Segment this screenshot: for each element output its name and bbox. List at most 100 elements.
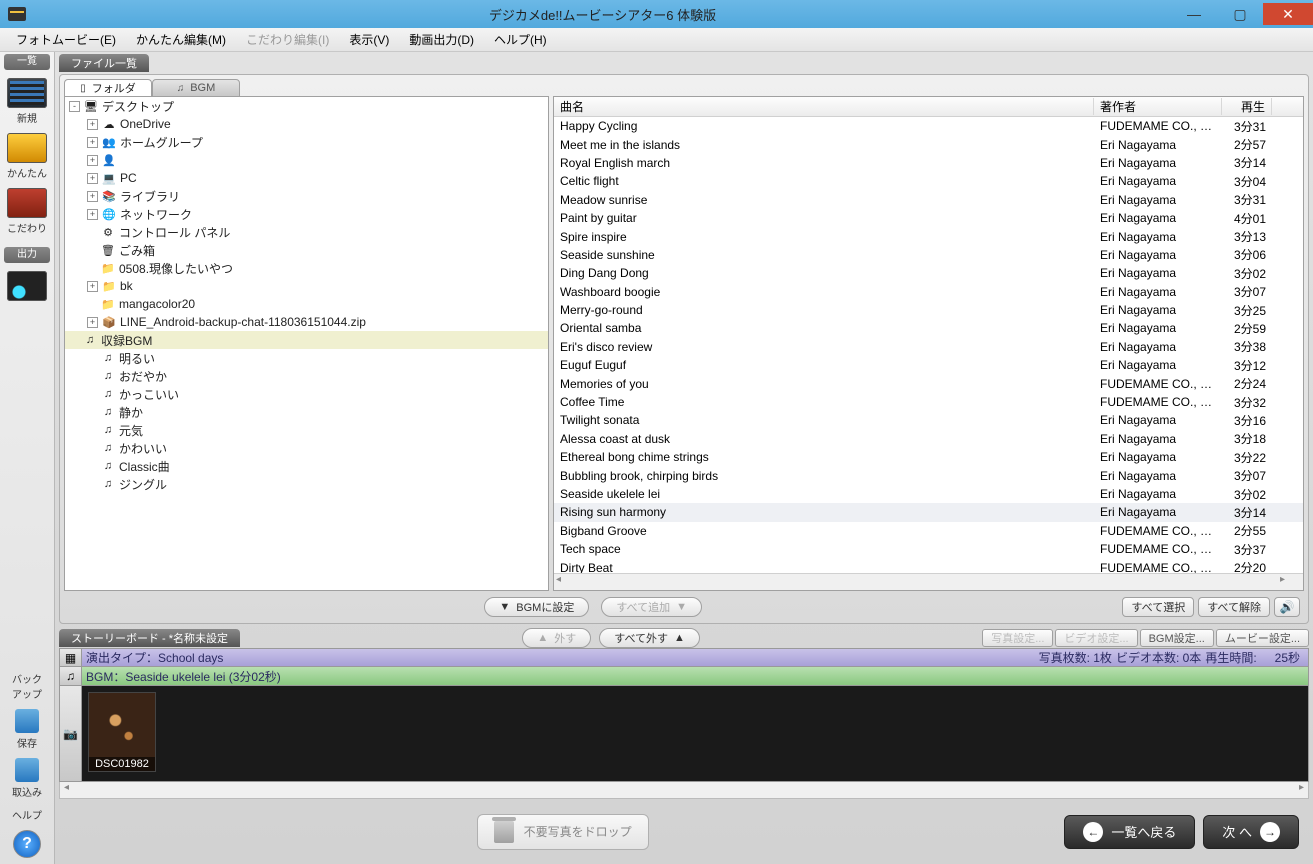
file-list-tab[interactable]: ファイル一覧 [59, 54, 149, 72]
select-all-button[interactable]: すべて選択 [1122, 597, 1194, 617]
rail-kantan-button[interactable]: かんたん [6, 133, 48, 180]
tree-node[interactable]: +📚ライブラリ [65, 187, 548, 205]
rail-new-button[interactable]: 新規 [6, 78, 48, 125]
tree-node[interactable]: 📁0508.現像したいやつ [65, 259, 548, 277]
next-button[interactable]: 次 へ→ [1203, 815, 1299, 849]
tree-node[interactable]: +📁bk [65, 277, 548, 295]
speaker-button[interactable]: 🔊 [1274, 597, 1300, 617]
note-icon[interactable]: ♫ [60, 667, 82, 685]
menu-view[interactable]: 表示(V) [339, 31, 399, 48]
list-row[interactable]: Memories of youFUDEMAME CO., L...2分24 [554, 374, 1303, 392]
list-row[interactable]: Dirty BeatFUDEMAME CO., L...2分20 [554, 558, 1303, 573]
rail-load-button[interactable]: 取込み [6, 758, 48, 799]
list-row[interactable]: Happy CyclingFUDEMAME CO., L...3分31 [554, 117, 1303, 135]
maximize-button[interactable]: ▢ [1217, 3, 1263, 25]
song-list[interactable]: 曲名 著作者 再生 Happy CyclingFUDEMAME CO., L..… [553, 96, 1304, 591]
list-row[interactable]: Spire inspireEri Nagayama3分13 [554, 227, 1303, 245]
tree-node[interactable]: ♫明るい [65, 349, 548, 367]
grid-icon[interactable]: ▦ [60, 649, 82, 666]
menu-output[interactable]: 動画出力(D) [399, 31, 484, 48]
list-row[interactable]: Ding Dang DongEri Nagayama3分02 [554, 264, 1303, 282]
list-row[interactable]: Eri's disco reviewEri Nagayama3分38 [554, 338, 1303, 356]
rail-kodawari-button[interactable]: こだわり [6, 188, 48, 235]
remove-all-button[interactable]: すべて外す ▲ [599, 628, 700, 648]
list-row[interactable]: Alessa coast at duskEri Nagayama3分18 [554, 430, 1303, 448]
left-rail: 一覧 新規 かんたん こだわり 出力 バック アップ 保存 取込み ヘルプ ? [0, 52, 55, 864]
list-row[interactable]: Euguf EugufEri Nagayama3分12 [554, 356, 1303, 374]
menubar: フォトムービー(E) かんたん編集(M) こだわり編集(I) 表示(V) 動画出… [0, 28, 1313, 52]
storyboard-tab[interactable]: ストーリーボード - *名称未設定 [59, 629, 240, 647]
list-h-scrollbar[interactable] [554, 573, 1303, 590]
tree-node[interactable]: ♫元気 [65, 421, 548, 439]
set-bgm-button[interactable]: ▼ BGMに設定 [484, 597, 589, 617]
menu-help[interactable]: ヘルプ(H) [484, 31, 557, 48]
tree-node[interactable]: ♫静か [65, 403, 548, 421]
tree-node[interactable]: ⚙コントロール パネル [65, 223, 548, 241]
list-row[interactable]: Meadow sunriseEri Nagayama3分31 [554, 191, 1303, 209]
header-title[interactable]: 曲名 [554, 98, 1094, 115]
movie-settings-button[interactable]: ムービー設定... [1216, 629, 1309, 647]
music-icon: ♫ [177, 83, 185, 94]
tree-node[interactable]: ♫かわいい [65, 439, 548, 457]
add-all-button[interactable]: すべて追加 ▼ [601, 597, 702, 617]
list-row[interactable]: Ethereal bong chime stringsEri Nagayama3… [554, 448, 1303, 466]
tree-node[interactable]: +📦LINE_Android-backup-chat-118036151044.… [65, 313, 548, 331]
tab-bgm[interactable]: ♫BGM [152, 79, 240, 97]
header-author[interactable]: 著作者 [1094, 98, 1222, 115]
tree-node[interactable]: ♫ジングル [65, 475, 548, 493]
tree-node[interactable]: +👤 [65, 151, 548, 169]
menu-kantan-edit[interactable]: かんたん編集(M) [126, 31, 236, 48]
camera-icon[interactable]: 📷 [60, 686, 82, 781]
list-row[interactable]: Merry-go-roundEri Nagayama3分25 [554, 301, 1303, 319]
deselect-all-button[interactable]: すべて解除 [1198, 597, 1270, 617]
close-button[interactable]: ✕ [1263, 3, 1313, 25]
menu-kodawari-edit[interactable]: こだわり編集(I) [236, 31, 339, 48]
list-row[interactable]: Rising sun harmonyEri Nagayama3分14 [554, 503, 1303, 521]
remove-button[interactable]: ▲ 外す [522, 628, 591, 648]
rail-save-button[interactable]: 保存 [6, 709, 48, 750]
list-row[interactable]: Bigband GrooveFUDEMAME CO., L...2分55 [554, 522, 1303, 540]
list-row[interactable]: Celtic flightEri Nagayama3分04 [554, 172, 1303, 190]
header-play[interactable]: 再生 [1222, 98, 1272, 115]
list-row[interactable]: Meet me in the islandsEri Nagayama2分57 [554, 135, 1303, 153]
tree-node[interactable]: +☁OneDrive [65, 115, 548, 133]
list-row[interactable]: Royal English marchEri Nagayama3分14 [554, 154, 1303, 172]
tree-node[interactable]: ♫収録BGM [65, 331, 548, 349]
rail-backup-button[interactable]: バック アップ [6, 671, 48, 701]
video-settings-button[interactable]: ビデオ設定... [1055, 629, 1137, 647]
list-row[interactable]: Twilight sonataEri Nagayama3分16 [554, 411, 1303, 429]
speaker-icon: 🔊 [1280, 600, 1295, 614]
tree-node[interactable]: ♫Classic曲 [65, 457, 548, 475]
tree-node[interactable]: +💻PC [65, 169, 548, 187]
tree-node[interactable]: -🖥デスクトップ [65, 97, 548, 115]
window-title: デジカメde!!ムービーシアター6 体験版 [34, 5, 1171, 24]
list-row[interactable]: Seaside ukelele leiEri Nagayama3分02 [554, 485, 1303, 503]
tab-folder[interactable]: ▯フォルダ [64, 79, 152, 97]
trash-icon [494, 821, 514, 843]
thumbnail[interactable]: DSC01982 [88, 692, 156, 772]
list-row[interactable]: Paint by guitarEri Nagayama4分01 [554, 209, 1303, 227]
photo-settings-button[interactable]: 写真設定... [982, 629, 1053, 647]
help-icon[interactable]: ? [13, 830, 41, 858]
thumbnail-caption: DSC01982 [89, 757, 155, 771]
list-row[interactable]: Washboard boogieEri Nagayama3分07 [554, 283, 1303, 301]
menu-photomovie[interactable]: フォトムービー(E) [6, 31, 126, 48]
tree-node[interactable]: +👥ホームグループ [65, 133, 548, 151]
list-row[interactable]: Seaside sunshineEri Nagayama3分06 [554, 246, 1303, 264]
tree-node[interactable]: +🌐ネットワーク [65, 205, 548, 223]
list-row[interactable]: Oriental sambaEri Nagayama2分59 [554, 319, 1303, 337]
tree-node[interactable]: 📁mangacolor20 [65, 295, 548, 313]
bgm-settings-button[interactable]: BGM設定... [1140, 629, 1214, 647]
tree-node[interactable]: ♫おだやか [65, 367, 548, 385]
strip-h-scrollbar[interactable] [59, 782, 1309, 799]
back-to-list-button[interactable]: ←一覧へ戻る [1064, 815, 1195, 849]
drop-hint[interactable]: 不要写真をドロップ [477, 814, 649, 850]
list-row[interactable]: Tech spaceFUDEMAME CO., L...3分37 [554, 540, 1303, 558]
rail-output-button[interactable] [6, 271, 48, 303]
folder-tree[interactable]: -🖥デスクトップ+☁OneDrive+👥ホームグループ+👤 +💻PC+📚ライブラ… [64, 96, 549, 591]
tree-node[interactable]: ♫かっこいい [65, 385, 548, 403]
list-row[interactable]: Coffee TimeFUDEMAME CO., L...3分32 [554, 393, 1303, 411]
list-row[interactable]: Bubbling brook, chirping birdsEri Nagaya… [554, 466, 1303, 484]
minimize-button[interactable]: — [1171, 3, 1217, 25]
tree-node[interactable]: 🗑ごみ箱 [65, 241, 548, 259]
